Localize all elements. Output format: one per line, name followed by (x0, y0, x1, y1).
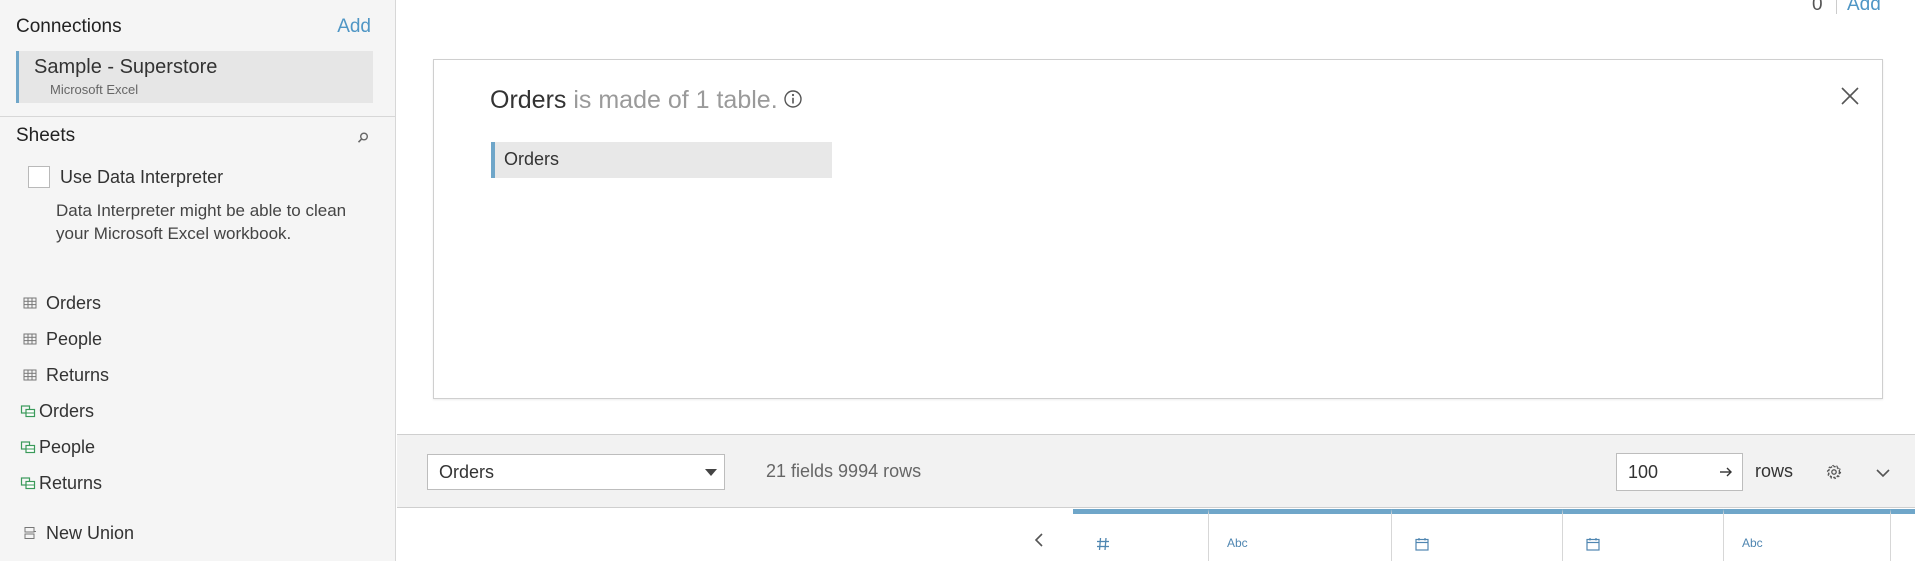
sheet-table-icon (23, 333, 37, 345)
sheet-item-people[interactable]: People (22, 326, 102, 352)
new-union-item[interactable]: New Union (22, 520, 134, 546)
data-interpreter-row[interactable]: Use Data Interpreter (28, 166, 223, 188)
column-header[interactable] (1891, 509, 1915, 561)
sheets-title: Sheets (16, 125, 76, 146)
chevron-down-icon (705, 469, 717, 476)
string-type-icon: Abc (1742, 536, 1763, 550)
column-header[interactable] (1392, 509, 1563, 561)
canvas-made-of-text: is made of 1 table. (573, 86, 778, 114)
table-select-value: Orders (439, 462, 495, 482)
info-icon[interactable] (783, 89, 803, 109)
sheet-item-label: People (46, 328, 103, 349)
connection-item[interactable]: Sample - Superstore Microsoft Excel (16, 51, 373, 103)
connections-title: Connections (16, 16, 122, 37)
named-range-icon (20, 405, 36, 418)
column-header[interactable] (1563, 509, 1724, 561)
physical-table-label: Orders (504, 149, 560, 169)
named-range-returns[interactable]: Returns (20, 470, 102, 496)
named-range-label: Orders (39, 400, 95, 421)
named-range-label: Returns (39, 472, 103, 493)
calendar-icon (1586, 538, 1600, 551)
column-header[interactable]: Abc (1724, 509, 1891, 561)
number-type-icon (1097, 537, 1109, 551)
named-range-people[interactable]: People (20, 434, 95, 460)
canvas-title: Orders is made of 1 table. (490, 86, 778, 115)
close-icon[interactable] (1840, 86, 1860, 106)
divider (0, 116, 396, 117)
data-interpreter-description: Data Interpreter might be able to clean … (56, 201, 347, 243)
named-range-icon (20, 477, 36, 490)
column-header[interactable]: Abc (1209, 509, 1392, 561)
sheet-item-label: Returns (46, 364, 110, 385)
new-union-label: New Union (46, 522, 135, 543)
search-icon[interactable] (356, 131, 370, 145)
chevron-left-icon[interactable] (1032, 531, 1046, 549)
rows-input-box[interactable] (1616, 453, 1743, 491)
data-grid-toolbar: Orders 21 fields 9994 rows rows (397, 434, 1915, 508)
data-interpreter-label: Use Data Interpreter (60, 166, 224, 187)
named-range-icon (20, 441, 36, 454)
gear-icon[interactable] (1824, 462, 1844, 482)
rows-input[interactable] (1617, 454, 1717, 490)
physical-table-chip[interactable]: Orders (491, 142, 832, 178)
string-type-icon: Abc (1227, 536, 1248, 550)
sheet-item-returns[interactable]: Returns (22, 362, 109, 388)
logical-table-canvas: Orders is made of 1 table. Orders (433, 59, 1883, 399)
data-grid: Abc Abc (397, 509, 1915, 561)
table-select-dropdown[interactable]: Orders (427, 454, 725, 490)
sheet-table-icon (23, 369, 37, 381)
data-source-sidebar: Connections Add Sample - Superstore Micr… (0, 0, 396, 561)
rows-label: rows (1755, 461, 1794, 481)
sheet-item-label: Orders (46, 292, 102, 313)
sheet-item-orders[interactable]: Orders (22, 290, 101, 316)
chevron-down-icon[interactable] (1874, 464, 1892, 482)
filter-count: 0 (1812, 0, 1823, 15)
named-range-label: People (39, 436, 96, 457)
sheet-table-icon (23, 297, 37, 309)
connection-name: Sample - Superstore (34, 56, 218, 78)
connection-type: Microsoft Excel (50, 82, 139, 97)
data-interpreter-checkbox[interactable] (28, 166, 50, 188)
fields-rows-summary: 21 fields 9994 rows (766, 461, 922, 481)
add-filter-link[interactable]: Add (1847, 0, 1881, 16)
calendar-icon (1415, 538, 1429, 551)
add-connection-link[interactable]: Add (337, 16, 371, 38)
connections-header: Connections Add (16, 16, 377, 40)
divider (1836, 0, 1837, 14)
union-icon (24, 527, 36, 539)
column-header[interactable] (1073, 509, 1209, 561)
canvas-table-name: Orders (490, 86, 567, 114)
named-range-orders[interactable]: Orders (20, 398, 94, 424)
arrow-right-icon[interactable] (1718, 464, 1734, 480)
